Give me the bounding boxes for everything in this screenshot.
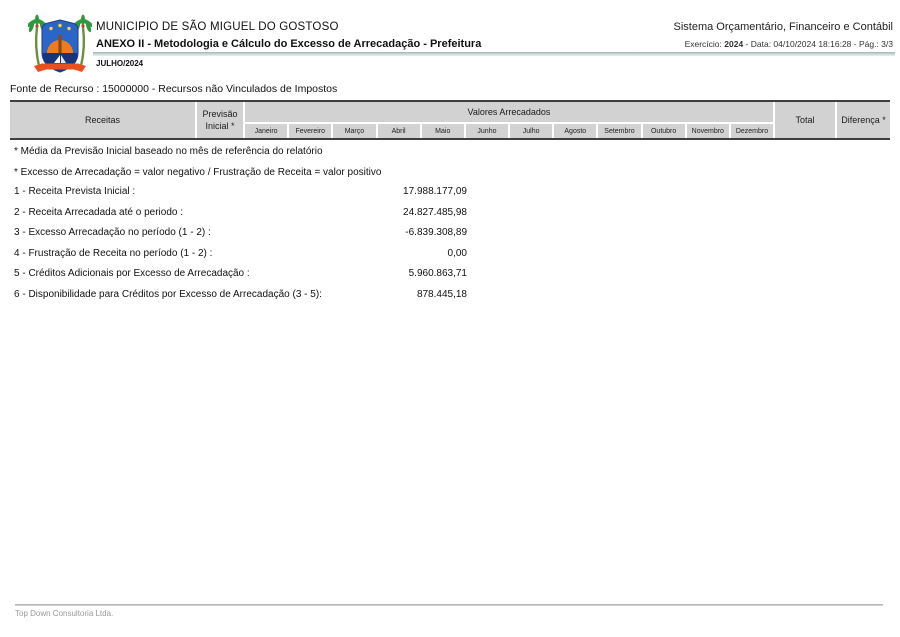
column-month-agosto: Agosto bbox=[554, 124, 596, 138]
summary-value: 0,00 bbox=[260, 248, 467, 259]
note-previsao-inicial: * Média da Previsão Inicial baseado no m… bbox=[14, 146, 323, 157]
header-divider bbox=[93, 52, 895, 56]
column-month-janeiro: Janeiro bbox=[245, 124, 287, 138]
report-title: ANEXO II - Metodologia e Cálculo do Exce… bbox=[96, 38, 481, 50]
report-page: MUNICIPIO DE SÃO MIGUEL DO GOSTOSO ANEXO… bbox=[0, 0, 900, 637]
report-period: JULHO/2024 bbox=[96, 59, 143, 68]
summary-row-6: 6 - Disponibilidade para Créditos por Ex… bbox=[0, 289, 900, 303]
summary-row-3: 3 - Excesso Arrecadação no período (1 - … bbox=[0, 227, 900, 241]
summary-row-1: 1 - Receita Prevista Inicial : 17.988.17… bbox=[0, 186, 900, 200]
column-month-fevereiro: Fevereiro bbox=[289, 124, 331, 138]
summary-value: 878.445,18 bbox=[260, 289, 467, 300]
summary-label: 3 - Excesso Arrecadação no período (1 - … bbox=[14, 227, 211, 238]
column-previsao-inicial: Previsão Inicial * bbox=[197, 102, 243, 138]
meta-rest: - Data: 04/10/2024 18:16:28 - Pág.: 3/3 bbox=[743, 39, 893, 49]
column-month-junho: Junho bbox=[466, 124, 508, 138]
column-month-outubro: Outubro bbox=[643, 124, 685, 138]
column-receitas: Receitas bbox=[10, 102, 195, 138]
summary-value: -6.839.308,89 bbox=[260, 227, 467, 238]
municipality-crest-logo bbox=[28, 11, 92, 79]
footer-company: Top Down Consultoria Ltda. bbox=[15, 609, 113, 618]
column-total: Total bbox=[775, 102, 835, 138]
valores-arrecadados-group: Valores Arrecadados Janeiro Fevereiro Ma… bbox=[245, 102, 773, 138]
summary-label: 4 - Frustração de Receita no período (1 … bbox=[14, 248, 212, 259]
column-diferenca: Diferença * bbox=[837, 102, 890, 138]
footer-divider bbox=[15, 604, 883, 606]
months-row: Janeiro Fevereiro Março Abril Maio Junho… bbox=[245, 124, 773, 138]
column-month-julho: Julho bbox=[510, 124, 552, 138]
summary-value: 24.827.485,98 bbox=[260, 207, 467, 218]
fonte-de-recurso: Fonte de Recurso : 15000000 - Recursos n… bbox=[10, 83, 337, 95]
column-month-maio: Maio bbox=[422, 124, 464, 138]
summary-row-5: 5 - Créditos Adicionais por Excesso de A… bbox=[0, 268, 900, 282]
exercicio-label: Exercício: bbox=[685, 39, 725, 49]
column-valores-arrecadados: Valores Arrecadados bbox=[245, 102, 773, 122]
system-name: Sistema Orçamentário, Financeiro e Contá… bbox=[674, 21, 893, 33]
report-meta: Exercício: 2024 - Data: 04/10/2024 18:16… bbox=[685, 39, 893, 49]
note-excesso-frustracao: * Excesso de Arrecadação = valor negativ… bbox=[14, 167, 381, 178]
summary-label: 5 - Créditos Adicionais por Excesso de A… bbox=[14, 268, 250, 279]
summary-label: 1 - Receita Prevista Inicial : bbox=[14, 186, 135, 197]
summary-row-4: 4 - Frustração de Receita no período (1 … bbox=[0, 248, 900, 262]
column-month-marco: Março bbox=[333, 124, 375, 138]
summary-row-2: 2 - Receita Arrecadada até o periodo : 2… bbox=[0, 207, 900, 221]
column-month-dezembro: Dezembro bbox=[731, 124, 773, 138]
revenues-table-header: Receitas Previsão Inicial * Valores Arre… bbox=[10, 100, 890, 140]
column-month-novembro: Novembro bbox=[687, 124, 729, 138]
municipality-name: MUNICIPIO DE SÃO MIGUEL DO GOSTOSO bbox=[96, 21, 339, 33]
summary-label: 2 - Receita Arrecadada até o periodo : bbox=[14, 207, 183, 218]
column-month-setembro: Setembro bbox=[598, 124, 640, 138]
summary-value: 17.988.177,09 bbox=[260, 186, 467, 197]
exercicio-value: 2024 bbox=[724, 39, 743, 49]
column-month-abril: Abril bbox=[378, 124, 420, 138]
summary-value: 5.960.863,71 bbox=[260, 268, 467, 279]
